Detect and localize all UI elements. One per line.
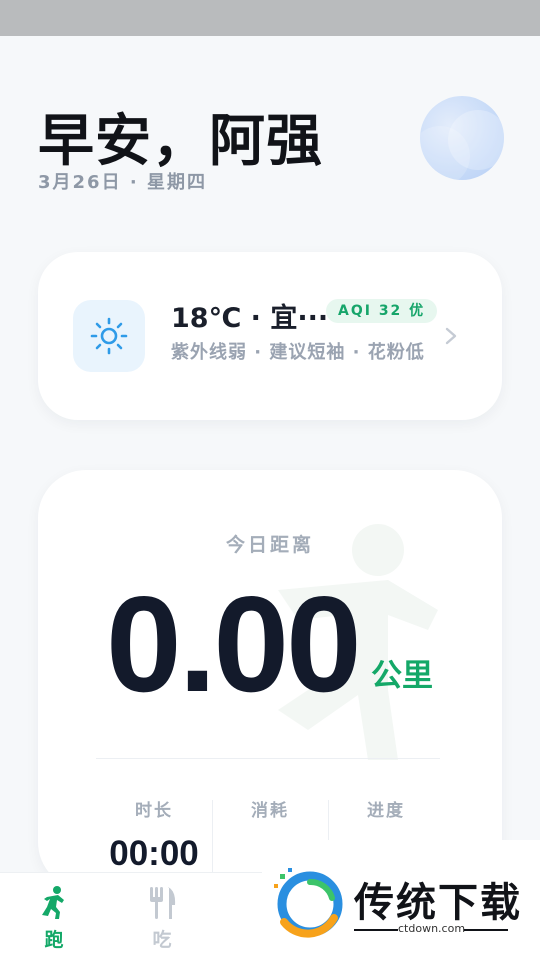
stat-progress-label: 进度 — [367, 801, 405, 821]
stat-calories-label: 消耗 — [251, 801, 289, 821]
distance-unit: 公里 — [371, 658, 433, 694]
divider — [464, 929, 508, 931]
run-icon — [42, 886, 64, 919]
date-label: 3月26日 · 星期四 — [38, 172, 207, 193]
weather-description: 紫外线弱 · 建议短袖 · 花粉低 — [171, 342, 425, 363]
watermark-overlay: 传统下载 ctdown.com — [262, 840, 540, 960]
weather-card[interactable]: 18℃ · 宜··· AQI 32 优 紫外线弱 · 建议短袖 · 花粉低 — [38, 252, 502, 420]
watermark-url: ctdown.com — [398, 922, 466, 935]
sun-icon — [73, 300, 145, 372]
weather-temperature: 18℃ · 宜··· — [171, 303, 329, 334]
watermark-logo-icon — [274, 868, 343, 938]
watermark-brand: 传统下载 — [354, 880, 522, 926]
today-distance-label: 今日距离 — [225, 534, 314, 556]
divider — [354, 929, 398, 931]
tab-eat[interactable]: 吃 — [108, 873, 216, 960]
chevron-right-icon[interactable] — [444, 324, 458, 354]
divider — [96, 758, 440, 759]
stat-duration-value: 00:00 — [109, 834, 199, 873]
avatar[interactable] — [420, 96, 504, 180]
fork-knife-icon — [150, 887, 176, 919]
aqi-badge: AQI 32 优 — [326, 299, 438, 323]
stat-duration-label: 时长 — [135, 801, 173, 821]
distance-value: 0.00 — [106, 568, 362, 720]
tab-run-label: 跑 — [44, 929, 64, 951]
greeting-title: 早安，阿强 — [38, 109, 323, 174]
tab-run[interactable]: 跑 — [0, 873, 108, 960]
status-bar — [0, 0, 540, 36]
today-card: 今日距离 0.00 公里 时长 00:00 消耗 进度 — [38, 470, 502, 890]
tab-eat-label: 吃 — [152, 929, 172, 951]
